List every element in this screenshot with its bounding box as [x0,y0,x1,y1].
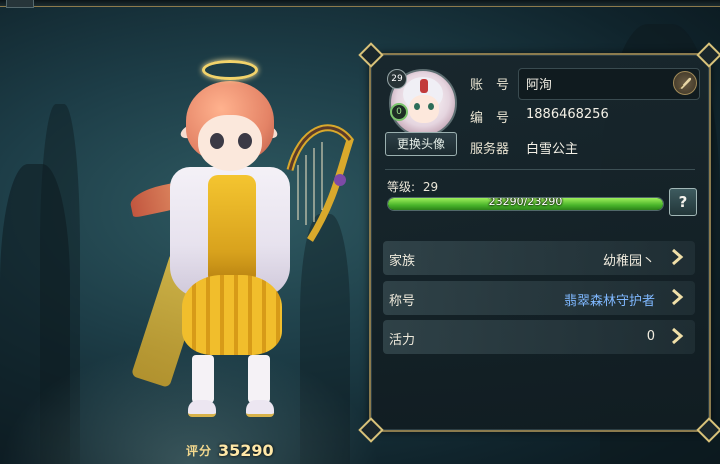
chevron-right-icon-shape [672,288,684,306]
level-label: 等级: 29 [387,178,438,195]
character-sock-right [248,355,270,403]
feather-pen-icon [678,77,692,90]
character-sock-left [192,355,214,403]
vitality-label: 活力 [389,333,416,348]
change-avatar-button[interactable]: 更换头像 [385,132,457,156]
character-shoe-left [188,400,216,417]
score-value: 35290 [218,440,274,460]
panel-corner-ornament [358,42,384,68]
panel-divider [385,169,695,170]
info-row-vitality[interactable]: 活力 0 [383,320,695,354]
character-eye-right [238,133,252,149]
family-label: 家族 [389,254,416,269]
chevron-right-icon[interactable] [667,326,687,348]
avatar-vip-badge: 0 [390,103,408,121]
top-strip [0,0,720,7]
level-label-text: 等级: [387,180,416,194]
level-value: 29 [422,180,439,194]
level-help-button[interactable]: ? [669,188,697,216]
info-row-title[interactable]: 称号 翡翠森林守护者 [383,281,695,315]
chevron-right-icon[interactable] [667,287,687,309]
harp-icon [286,124,354,242]
exp-progress-bar: 23290/23290 [387,197,664,211]
character-eye-left [210,133,224,149]
title-value: 翡翠森林守护者 [563,294,655,309]
character-face [198,115,262,171]
top-tab[interactable] [6,0,34,8]
score-label: 评分 [186,443,213,458]
avatar-eye-left [414,103,420,110]
account-label: 账 号 [470,78,510,93]
avatar-eye-right [428,103,434,110]
character-vest [208,175,256,285]
exp-progress-text: 23290/23290 [488,197,563,208]
id-value: 1886468256 [526,107,609,122]
character-shoe-right [246,400,274,417]
chevron-right-icon[interactable] [667,247,687,269]
server-value: 白雪公主 [526,142,579,157]
profile-panel: 29 0 更换头像 账 号 阿洵 编 号 1886468256 服务器 白雪公主… [358,42,720,443]
vitality-value: 0 [646,329,655,344]
avatar-face [409,95,439,123]
character-pants [182,275,282,355]
server-label: 服务器 [470,142,510,157]
account-value: 阿洵 [526,78,553,93]
title-label: 称号 [389,294,416,309]
chevron-right-icon-shape [672,327,684,345]
avatar-level-badge: 29 [387,69,407,89]
character-halo [202,60,258,80]
family-value: 幼稚园丶 [602,254,655,269]
combat-score: 评分 35290 [186,439,274,461]
avatar-forehead-mark [420,79,428,93]
character-model[interactable] [120,55,360,435]
edit-name-button[interactable] [673,71,697,95]
info-row-family[interactable]: 家族 幼稚园丶 [383,241,695,275]
id-label: 编 号 [470,111,510,126]
chevron-right-icon-shape [672,248,684,266]
panel-corner-ornament [696,42,720,68]
